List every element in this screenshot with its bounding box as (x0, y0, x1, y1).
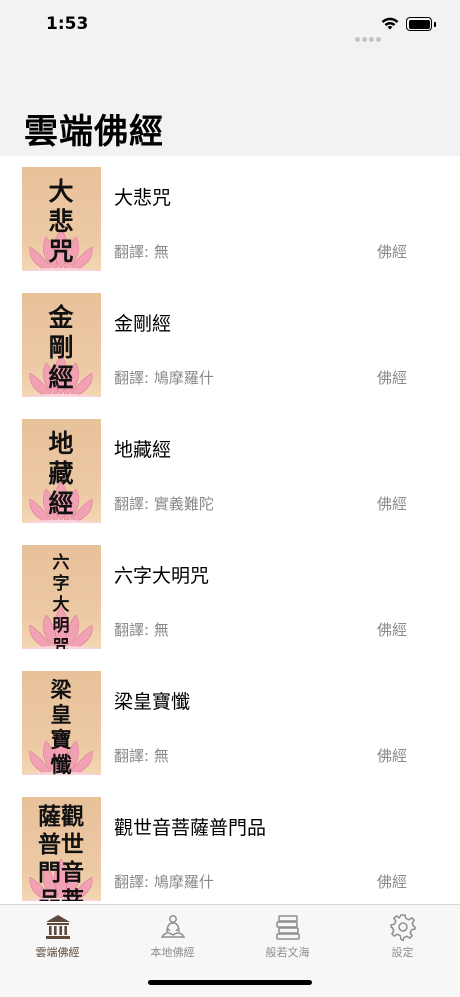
list-item[interactable]: 梁皇寶懺 梁皇寶懺 翻譯: 無 佛經 (0, 660, 460, 786)
sutra-list[interactable]: 大悲咒 大悲咒 翻譯: 無 佛經 金剛經 金剛經 翻譯: 鳩摩羅什 佛經 地藏經… (0, 156, 460, 904)
status-bar: 1:53 (0, 0, 460, 52)
tab-prajna-library[interactable]: 般若文海 (230, 905, 345, 965)
sutra-title: 六字大明咒 (114, 565, 210, 587)
temple-icon (46, 915, 70, 939)
home-indicator (148, 980, 312, 985)
list-item[interactable]: 薩觀普世門音品菩 觀世音菩薩普門品 翻譯: 鳩摩羅什 佛經 (0, 786, 460, 904)
tab-label: 般若文海 (265, 946, 310, 959)
sutra-category: 佛經 (377, 369, 408, 387)
sutra-title: 觀世音菩薩普門品 (114, 817, 267, 839)
cover-title-text: 梁皇寶懺 (50, 677, 72, 775)
sutra-translator: 翻譯: 鳩摩羅什 (114, 873, 214, 891)
meditation-icon (160, 915, 186, 938)
sutra-cover-image: 六字大明咒 (22, 545, 101, 649)
cover-title-text: 金剛經 (48, 303, 74, 392)
cover-title-text: 地藏經 (48, 429, 74, 518)
tab-label: 設定 (391, 946, 414, 959)
list-item[interactable]: 金剛經 金剛經 翻譯: 鳩摩羅什 佛經 (0, 282, 460, 408)
sutra-title: 金剛經 (114, 313, 172, 335)
sutra-category: 佛經 (377, 873, 408, 891)
sutra-cover-image: 大悲咒 (22, 167, 101, 271)
sutra-title: 梁皇寶懺 (114, 691, 191, 713)
sutra-translator: 翻譯: 實義難陀 (114, 495, 214, 513)
sutra-category: 佛經 (377, 243, 408, 261)
sutra-translator: 翻譯: 無 (114, 747, 169, 765)
gear-icon (390, 914, 416, 941)
battery-icon (406, 17, 436, 31)
sutra-cover-image: 金剛經 (22, 293, 101, 397)
tab-label: 雲端佛經 (35, 946, 80, 959)
sutra-title: 大悲咒 (114, 187, 172, 209)
status-time: 1:53 (46, 14, 89, 34)
tab-cloud-sutras[interactable]: 雲端佛經 (0, 905, 115, 965)
wifi-icon (381, 17, 399, 30)
sutra-title: 地藏經 (114, 439, 172, 461)
sutra-translator: 翻譯: 鳩摩羅什 (114, 369, 214, 387)
tab-local-sutras[interactable]: 本地佛經 (115, 905, 230, 965)
sutra-translator: 翻譯: 無 (114, 243, 169, 261)
sutra-category: 佛經 (377, 747, 408, 765)
signal-dots-icon (355, 27, 383, 46)
sutra-category: 佛經 (377, 621, 408, 639)
list-item[interactable]: 大悲咒 大悲咒 翻譯: 無 佛經 (0, 156, 460, 282)
sutra-category: 佛經 (377, 495, 408, 513)
books-icon (276, 915, 300, 940)
sutra-cover-image: 梁皇寶懺 (22, 671, 101, 775)
list-item[interactable]: 地藏經 地藏經 翻譯: 實義難陀 佛經 (0, 408, 460, 534)
sutra-translator: 翻譯: 無 (114, 621, 169, 639)
page-title: 雲端佛經 (24, 112, 164, 152)
list-item[interactable]: 六字大明咒 六字大明咒 翻譯: 無 佛經 (0, 534, 460, 660)
sutra-cover-image: 地藏經 (22, 419, 101, 523)
cover-title-text: 六字大明咒 (52, 553, 70, 649)
cover-title-text: 薩觀普世門音品菩 (38, 803, 84, 901)
tab-settings[interactable]: 設定 (345, 905, 460, 965)
cover-title-text: 大悲咒 (48, 177, 74, 266)
tab-label: 本地佛經 (150, 946, 195, 959)
sutra-cover-image: 薩觀普世門音品菩 (22, 797, 101, 901)
